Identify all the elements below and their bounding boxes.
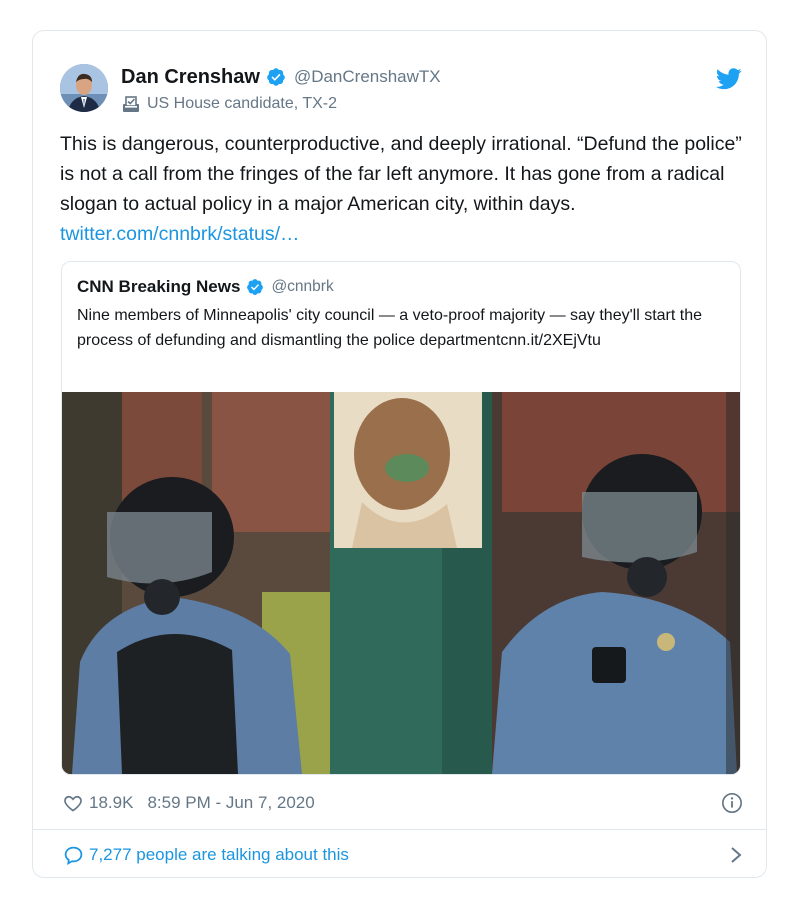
avatar[interactable] xyxy=(60,64,108,112)
tweet-card[interactable]: Dan Crenshaw @DanCrenshawTX US House can… xyxy=(32,30,767,878)
tweet-link[interactable]: twitter.com/cnnbrk/status/… xyxy=(60,223,300,245)
author-handle[interactable]: @DanCrenshawTX xyxy=(294,67,441,87)
author-bio: US House candidate, TX-2 xyxy=(147,95,338,112)
like-count[interactable]: 18.9K xyxy=(89,793,133,813)
tweet-body: This is dangerous, counterproductive, an… xyxy=(60,133,742,215)
verified-badge-icon xyxy=(247,279,264,295)
tweet-timestamp[interactable]: 8:59 PM - Jun 7, 2020 xyxy=(147,793,314,813)
tweet-meta: 18.9K 8:59 PM - Jun 7, 2020 xyxy=(63,789,743,817)
quoted-tweet-text: Nine members of Minneapolis' city counci… xyxy=(77,307,703,349)
author-row: Dan Crenshaw @DanCrenshawTX xyxy=(121,64,441,90)
twitter-bird-icon[interactable] xyxy=(716,68,742,90)
conversation-link[interactable]: 7,277 people are talking about this xyxy=(63,842,743,868)
author-name[interactable]: Dan Crenshaw xyxy=(121,66,260,89)
info-icon[interactable] xyxy=(721,792,743,814)
heart-icon[interactable] xyxy=(63,793,83,813)
ballot-box-icon xyxy=(123,96,139,112)
tweet-header: Dan Crenshaw @DanCrenshawTX US House can… xyxy=(60,62,742,122)
quoted-tweet[interactable]: CNN Breaking News @cnnbrk Nine members o… xyxy=(61,261,741,775)
tweet-text: This is dangerous, counterproductive, an… xyxy=(60,129,745,249)
chevron-right-icon[interactable] xyxy=(729,846,743,864)
speech-bubble-icon xyxy=(64,846,83,865)
conversation-label[interactable]: 7,277 people are talking about this xyxy=(89,845,349,865)
author-bio-row: US House candidate, TX-2 xyxy=(121,93,337,115)
quoted-author-row: CNN Breaking News @cnnbrk xyxy=(77,276,334,298)
quoted-author-name[interactable]: CNN Breaking News xyxy=(77,277,240,297)
quoted-author-handle[interactable]: @cnnbrk xyxy=(271,278,333,296)
divider xyxy=(33,829,766,830)
quoted-photo[interactable] xyxy=(62,392,740,774)
verified-badge-icon xyxy=(267,68,285,86)
